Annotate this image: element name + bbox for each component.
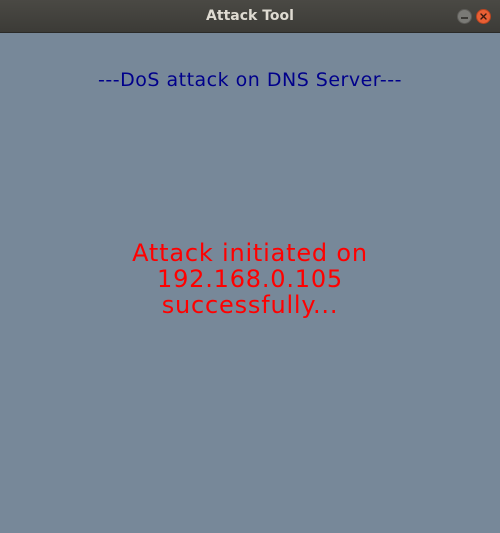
close-icon	[480, 13, 487, 20]
minimize-button[interactable]	[457, 9, 472, 24]
main-content: ---DoS attack on DNS Server--- Attack in…	[0, 33, 500, 533]
app-window: Attack Tool ---DoS attack on DNS Server-…	[0, 0, 500, 533]
status-line-1: Attack initiated on	[132, 239, 368, 267]
status-line-2: 192.168.0.105	[157, 265, 343, 293]
close-button[interactable]	[476, 9, 491, 24]
minimize-icon	[461, 16, 468, 19]
title-bar[interactable]: Attack Tool	[0, 0, 500, 33]
status-line-3: successfully...	[161, 291, 339, 319]
page-heading: ---DoS attack on DNS Server---	[98, 69, 402, 91]
window-title: Attack Tool	[206, 8, 294, 24]
status-message: Attack initiated on 192.168.0.105 succes…	[40, 240, 460, 318]
